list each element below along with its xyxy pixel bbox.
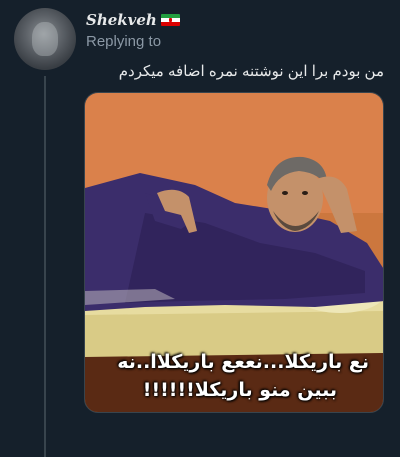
replying-to-label: Replying to (86, 33, 162, 50)
meme-caption-line-2: ببین منو باریکلا!!!!!! (142, 379, 337, 401)
iran-flag-icon (160, 14, 180, 26)
reply-tweet: Shekveh Replying to من بودم برا این نوشت… (0, 0, 400, 457)
meme-caption-line-1: نع باریکلا...نععع باریکلاا..نه (117, 351, 369, 373)
tweet-text: من بودم برا این نوشتنه نمره اضافه میکردم (118, 63, 384, 80)
tweet-media-image[interactable]: نع باریکلا...نععع باریکلاا..نه ببین منو … (84, 92, 384, 413)
user-name[interactable]: Shekveh (86, 11, 157, 29)
user-avatar[interactable] (14, 8, 76, 70)
user-name-row[interactable]: Shekveh (86, 10, 180, 30)
thread-line (44, 76, 46, 457)
